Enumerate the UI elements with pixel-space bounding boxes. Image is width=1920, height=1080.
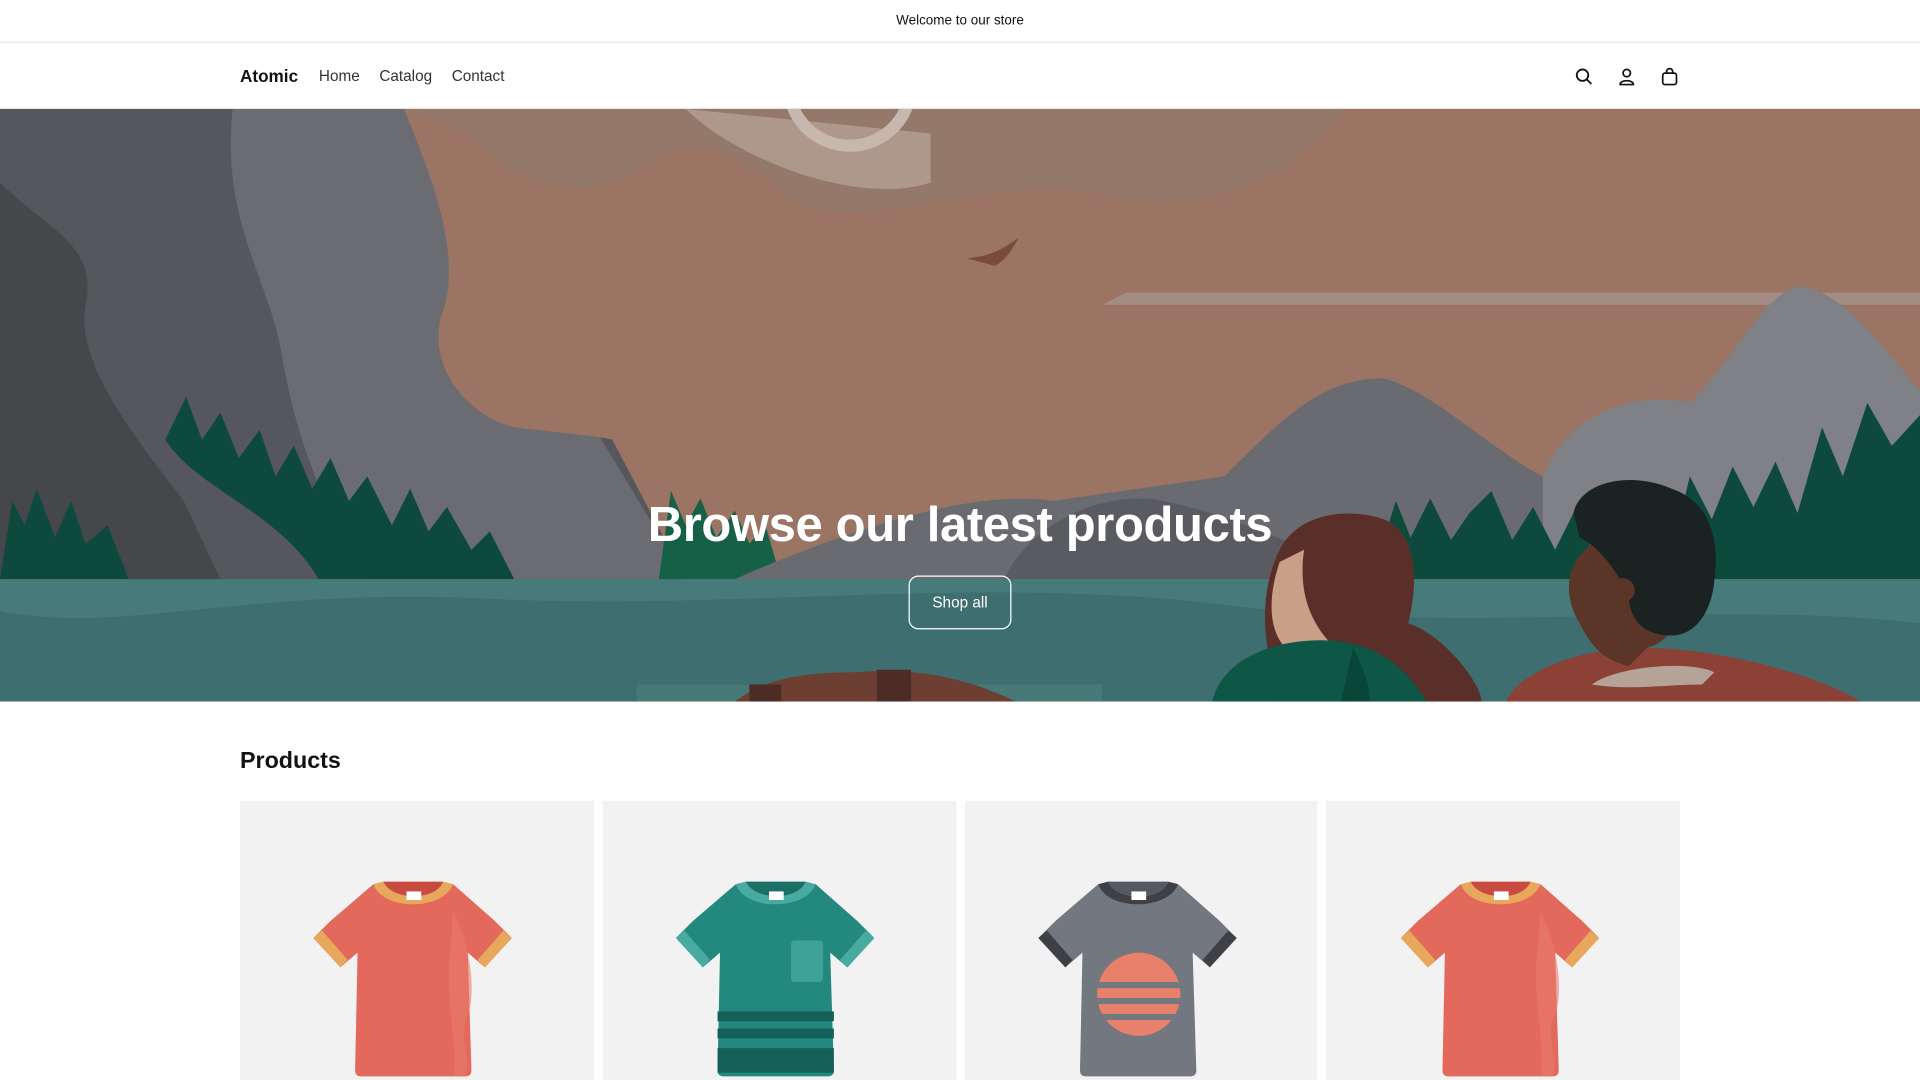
- cart-icon[interactable]: [1659, 66, 1680, 87]
- products-section: Products: [0, 702, 1920, 1080]
- hero-content: Browse our latest products Shop all: [0, 498, 1920, 630]
- main-nav: Home Catalog Contact: [319, 67, 505, 84]
- announcement-bar: Welcome to our store: [0, 0, 1920, 43]
- coral-tshirt-image: [1400, 881, 1599, 1077]
- product-card[interactable]: [1326, 800, 1681, 1080]
- search-icon[interactable]: [1573, 66, 1594, 87]
- grey-tshirt-image: [1038, 881, 1237, 1077]
- product-card[interactable]: [240, 800, 594, 1080]
- product-grid: [240, 800, 1681, 1080]
- products-heading: Products: [240, 748, 341, 774]
- page: Welcome to our store Atomic Home Catalog…: [0, 0, 1920, 1080]
- nav-contact[interactable]: Contact: [452, 67, 505, 84]
- account-icon[interactable]: [1616, 66, 1637, 87]
- nav-home[interactable]: Home: [319, 67, 360, 84]
- teal-tshirt-image: [676, 881, 875, 1077]
- announcement-text: Welcome to our store: [896, 13, 1024, 29]
- header-icons: [1573, 43, 1680, 109]
- shop-all-button[interactable]: Shop all: [909, 575, 1011, 630]
- nav-catalog[interactable]: Catalog: [379, 67, 432, 84]
- store-logo[interactable]: Atomic: [240, 66, 298, 86]
- product-card[interactable]: [964, 800, 1318, 1080]
- hero-banner: Browse our latest products Shop all: [0, 108, 1920, 702]
- product-card[interactable]: [602, 800, 956, 1080]
- hero-title: Browse our latest products: [647, 498, 1273, 553]
- coral-tshirt-image: [313, 881, 513, 1077]
- site-header: Atomic Home Catalog Contact: [0, 43, 1920, 109]
